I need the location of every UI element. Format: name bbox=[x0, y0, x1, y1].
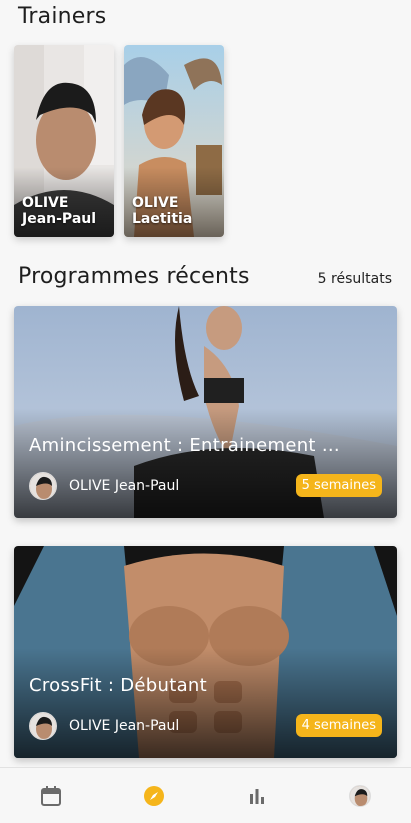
results-count: 5 résultats bbox=[317, 271, 392, 287]
compass-icon bbox=[144, 785, 165, 806]
trainer-card-jean-paul[interactable]: OLIVE Jean-Paul bbox=[14, 45, 114, 237]
trainer-card-laetitia[interactable]: OLIVE Laetitia bbox=[124, 45, 224, 237]
bar-chart-icon bbox=[249, 788, 264, 804]
program-title: Amincissement : Entrainement ... bbox=[29, 435, 340, 456]
duration-badge: 4 semaines bbox=[295, 714, 382, 737]
author-name: OLIVE Jean-Paul bbox=[69, 718, 180, 734]
nav-stats[interactable] bbox=[237, 776, 277, 816]
bottom-nav bbox=[0, 767, 411, 823]
trainer-list: OLIVE Jean-Paul OLIVE Laetitia bbox=[14, 45, 224, 237]
program-card[interactable]: CrossFit : Débutant OLIVE Jean-Paul 4 se… bbox=[14, 546, 397, 758]
program-title: CrossFit : Débutant bbox=[29, 675, 207, 696]
duration-badge: 5 semaines bbox=[295, 474, 382, 497]
program-card[interactable]: Amincissement : Entrainement ... OLIVE J… bbox=[14, 306, 397, 518]
programs-title: Programmes récents bbox=[18, 264, 250, 289]
program-author[interactable]: OLIVE Jean-Paul bbox=[29, 472, 179, 500]
nav-calendar[interactable] bbox=[31, 776, 71, 816]
trainers-title: Trainers bbox=[18, 4, 107, 29]
trainer-name: OLIVE Jean-Paul bbox=[22, 195, 97, 227]
nav-profile[interactable] bbox=[340, 776, 380, 816]
calendar-icon bbox=[41, 785, 62, 806]
profile-avatar bbox=[348, 784, 371, 807]
program-author[interactable]: OLIVE Jean-Paul bbox=[29, 712, 179, 740]
trainer-name: OLIVE Laetitia bbox=[132, 195, 193, 227]
author-name: OLIVE Jean-Paul bbox=[69, 478, 180, 494]
nav-explore[interactable] bbox=[134, 776, 174, 816]
avatar bbox=[29, 472, 57, 500]
avatar bbox=[29, 712, 57, 740]
